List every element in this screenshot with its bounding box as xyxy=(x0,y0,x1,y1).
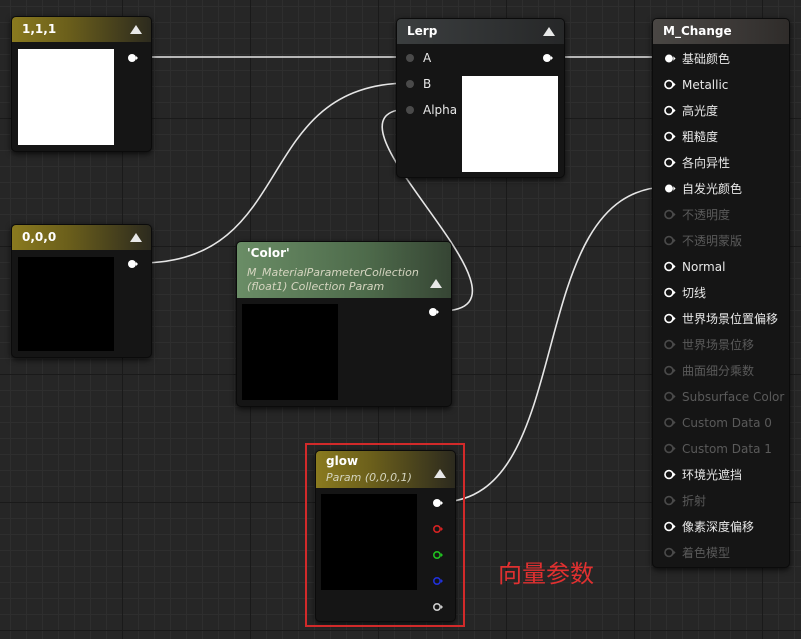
material-pin-label: 自发光颜色 xyxy=(682,182,743,196)
material-input-pin xyxy=(664,417,676,428)
collapse-triangle-icon[interactable] xyxy=(130,25,142,34)
material-input-pin[interactable] xyxy=(663,105,676,116)
output-pin[interactable] xyxy=(128,53,138,63)
material-pin-label: 不透明蒙版 xyxy=(682,234,743,248)
material-input-pin xyxy=(664,495,676,506)
node-title: 'Color' xyxy=(247,246,290,260)
material-input-pin[interactable] xyxy=(663,261,676,272)
material-input-pin xyxy=(664,443,676,454)
annotation-text: 向量参数 xyxy=(498,560,594,588)
input-pin-b[interactable] xyxy=(405,79,415,89)
input-pin-alpha[interactable] xyxy=(405,105,415,115)
node-title: 1,1,1 xyxy=(22,22,57,36)
material-pin-label: 各向异性 xyxy=(682,156,731,170)
material-pin-label: Custom Data 1 xyxy=(682,442,772,456)
node-header[interactable]: Lerp xyxy=(397,19,564,44)
material-pin-label: Normal xyxy=(682,260,726,274)
material-pin-label: Metallic xyxy=(682,78,729,92)
material-pin-label: 环境光遮挡 xyxy=(682,468,743,482)
pin-label-alpha: Alpha xyxy=(423,103,458,117)
color-preview-black xyxy=(18,257,114,351)
material-input-pin xyxy=(664,339,676,350)
pin-label-a: A xyxy=(423,51,432,65)
material-input-pin[interactable] xyxy=(663,521,676,532)
material-pin-label: 世界场景位移 xyxy=(682,338,755,352)
param-preview xyxy=(242,304,338,400)
collapse-triangle-icon[interactable] xyxy=(543,27,555,36)
material-input-pin xyxy=(664,391,676,402)
material-pin-label: Custom Data 0 xyxy=(682,416,772,430)
material-pin-label: 高光度 xyxy=(682,104,719,118)
material-pin-label: 世界场景位置偏移 xyxy=(682,312,779,326)
material-input-pin[interactable] xyxy=(663,183,676,194)
constant-node-white[interactable]: 1,1,1 xyxy=(11,16,152,152)
material-input-pin[interactable] xyxy=(663,313,676,324)
wire-glow-to-emissive[interactable] xyxy=(439,186,669,503)
material-pin-label: 粗糙度 xyxy=(682,130,719,144)
material-pin-label: 像素深度偏移 xyxy=(682,520,755,534)
material-input-pin[interactable] xyxy=(663,287,676,298)
material-input-pin xyxy=(664,365,676,376)
material-input-pin xyxy=(664,235,676,246)
lerp-node[interactable]: Lerp A B Alpha xyxy=(396,18,565,178)
material-input-pin[interactable] xyxy=(663,53,676,64)
constant-node-black[interactable]: 0,0,0 xyxy=(11,224,152,358)
node-header[interactable]: 0,0,0 xyxy=(12,225,151,250)
node-subtitle-type: (float1) Collection Param xyxy=(247,280,385,293)
material-pin-label: 切线 xyxy=(682,286,707,300)
lerp-preview xyxy=(462,76,558,172)
material-pin-label: 不透明度 xyxy=(682,208,731,222)
material-input-pin[interactable] xyxy=(663,469,676,480)
material-input-pin[interactable] xyxy=(663,157,676,168)
input-pin-a[interactable] xyxy=(405,53,415,63)
material-pin-label: 基础颜色 xyxy=(682,52,731,66)
material-input-pin xyxy=(664,209,676,220)
highlight-box xyxy=(305,443,465,627)
collapse-triangle-icon[interactable] xyxy=(130,233,142,242)
material-input-pin xyxy=(664,547,676,558)
node-title: M_Change xyxy=(663,24,732,38)
material-input-pin[interactable] xyxy=(663,79,676,90)
material-pin-label: Subsurface Color xyxy=(682,390,785,404)
material-pin-label: 曲面细分乘数 xyxy=(682,364,755,378)
output-pin[interactable] xyxy=(429,307,439,317)
pin-label-b: B xyxy=(423,77,432,91)
output-pin[interactable] xyxy=(128,259,138,269)
material-input-pin[interactable] xyxy=(663,131,676,142)
material-pin-label: 折射 xyxy=(682,494,707,508)
node-subtitle-collection: M_MaterialParameterCollection xyxy=(247,266,419,279)
material-result-node[interactable]: M_Change 基础颜色 Metallic 高光度粗糙度各向异性自发光颜色不透明度… xyxy=(652,18,790,568)
node-header[interactable]: M_Change xyxy=(653,19,789,44)
node-title: 0,0,0 xyxy=(22,230,57,244)
node-title: Lerp xyxy=(407,24,438,38)
node-header[interactable]: 'Color' M_MaterialParameterCollection (f… xyxy=(237,242,451,298)
output-pin[interactable] xyxy=(543,53,553,63)
material-pin-label: 着色模型 xyxy=(682,546,731,560)
color-preview-white xyxy=(18,49,114,145)
collection-parameter-node[interactable]: 'Color' M_MaterialParameterCollection (f… xyxy=(236,241,452,407)
node-header[interactable]: 1,1,1 xyxy=(12,17,151,42)
collapse-triangle-icon[interactable] xyxy=(430,279,442,288)
wire-black-to-lerp-b[interactable] xyxy=(139,82,411,264)
